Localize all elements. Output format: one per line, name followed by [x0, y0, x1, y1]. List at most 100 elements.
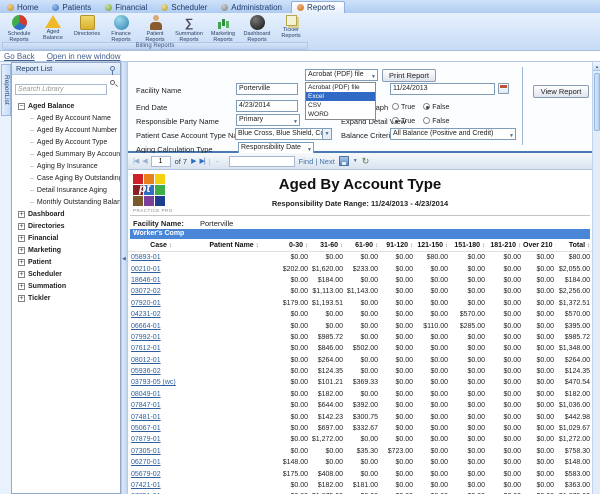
last-page-button[interactable]: ▶| [200, 157, 205, 165]
expand-detail-true-radio[interactable] [392, 117, 399, 124]
expand-icon[interactable]: + [18, 247, 25, 254]
sort-icon[interactable]: ↕ [340, 243, 343, 249]
find-next-links[interactable]: Find | Next [299, 157, 335, 166]
print-report-button[interactable]: Print Report [382, 69, 436, 82]
sidebar-item-detail-insurance-aging[interactable]: –Detail Insurance Aging [12, 184, 120, 196]
export-option-excel[interactable]: Excel [306, 92, 375, 101]
tab-administration[interactable]: Administration [216, 1, 291, 13]
case-link[interactable]: 00210-01 [128, 266, 161, 273]
sort-icon[interactable]: ↕ [587, 243, 590, 249]
collapse-arrow-icon[interactable]: ◀ [122, 256, 126, 262]
column-header-over-210[interactable]: Over 210 ↕ [523, 242, 556, 249]
vertical-scrollbar[interactable]: ▲ [592, 62, 600, 494]
sidebar-item-directories[interactable]: +Directories [12, 220, 120, 232]
first-page-button[interactable]: |◀ [133, 157, 138, 165]
ribbon-tickler-reports[interactable]: Tickler Reports [274, 14, 308, 43]
search-input[interactable] [15, 84, 107, 95]
responsible-party-select[interactable]: Primary ▼ [236, 114, 300, 126]
expand-icon[interactable]: + [18, 271, 25, 278]
go-back-link[interactable]: Go Back [4, 52, 35, 61]
expand-icon[interactable]: + [18, 283, 25, 290]
search-icon[interactable] [110, 80, 115, 85]
case-link[interactable]: 06270-01 [128, 459, 161, 466]
ribbon-directories[interactable]: Directories [70, 14, 104, 43]
ribbon-summation-reports[interactable]: Summation Reports [172, 14, 206, 43]
sidebar-item-tickler[interactable]: +Tickler [12, 292, 120, 304]
include-graph-false-radio[interactable] [423, 103, 430, 110]
case-link[interactable]: 07612-01 [128, 345, 161, 352]
sidebar-item-case-aging-by-outstanding-days[interactable]: –Case Aging By Outstanding Days [12, 172, 120, 184]
sidebar-item-patient[interactable]: +Patient [12, 256, 120, 268]
case-link[interactable]: 03793-05 (wc) [128, 379, 176, 386]
view-report-button[interactable]: View Report [533, 85, 589, 98]
sort-icon[interactable]: ↕ [445, 243, 448, 249]
tab-financial[interactable]: Financial [100, 1, 156, 13]
include-graph-true-radio[interactable] [392, 103, 399, 110]
case-link[interactable]: 06664-01 [128, 323, 161, 330]
sort-icon[interactable]: ↕ [482, 243, 485, 249]
column-header-121-150[interactable]: 121-150 ↕ [415, 242, 450, 249]
column-header-61-90[interactable]: 61-90 ↕ [345, 242, 380, 249]
export-format-select[interactable]: Acrobat (PDF) file ▼ [305, 69, 378, 81]
case-link[interactable]: 08012-01 [128, 357, 161, 364]
case-link[interactable]: 18646-01 [128, 277, 161, 284]
find-text-input[interactable] [229, 156, 295, 167]
export-option-csv[interactable]: CSV [306, 101, 375, 110]
account-type-select[interactable]: Blue Cross, Blue Shield, Co ▼ [235, 128, 332, 140]
export-option-word[interactable]: WORD [306, 110, 375, 119]
sidebar-item-scheduler[interactable]: +Scheduler [12, 268, 120, 280]
sort-icon[interactable]: ↕ [169, 243, 172, 249]
column-header-case[interactable]: Case ↕ [128, 242, 194, 249]
calendar-icon[interactable] [498, 83, 509, 94]
case-link[interactable]: 04231-02 [128, 311, 161, 318]
ribbon-dashboard-reports[interactable]: Dashboard Reports [240, 14, 274, 43]
case-link[interactable]: 05893-01 [128, 254, 161, 261]
column-header-151-180[interactable]: 151-180 ↕ [450, 242, 487, 249]
column-header-91-120[interactable]: 91-120 ↕ [380, 242, 415, 249]
sort-icon[interactable]: ↕ [375, 243, 378, 249]
expand-icon[interactable]: + [18, 295, 25, 302]
ribbon-marketing-reports[interactable]: Marketing Reports [206, 14, 240, 43]
sidebar-item-financial[interactable]: +Financial [12, 232, 120, 244]
sidebar-item-aged-balance[interactable]: −Aged Balance [12, 100, 120, 112]
page-number-input[interactable] [151, 156, 171, 167]
scroll-up-arrow-icon[interactable]: ▲ [593, 62, 600, 71]
reportlist-vertical-tab[interactable]: ReportList [1, 64, 11, 116]
case-link[interactable]: 05679-02 [128, 471, 161, 478]
case-link[interactable]: 07879-01 [128, 436, 161, 443]
ribbon-aged-balance[interactable]: Aged Balance [36, 14, 70, 43]
open-new-window-link[interactable]: Open in new window [47, 52, 121, 61]
ribbon-finance-reports[interactable]: Finance Reports [104, 14, 138, 43]
expand-detail-false-radio[interactable] [423, 117, 430, 124]
export-dropdown-icon[interactable]: ▼ [353, 158, 358, 164]
expand-icon[interactable]: + [18, 223, 25, 230]
expand-icon[interactable]: + [18, 259, 25, 266]
sidebar-item-aged-by-account-name[interactable]: –Aged By Account Name [12, 112, 120, 124]
case-link[interactable]: 07481-01 [128, 414, 161, 421]
column-header-181-210[interactable]: 181-210 ↕ [487, 242, 523, 249]
case-link[interactable]: 07992-01 [128, 334, 161, 341]
sidebar-item-aged-by-account-number[interactable]: –Aged By Account Number [12, 124, 120, 136]
back-button[interactable]: ← [215, 158, 221, 165]
column-header-31-60[interactable]: 31-60 ↕ [310, 242, 345, 249]
sort-icon[interactable]: ↕ [256, 243, 259, 249]
column-header-0-30[interactable]: 0-30 ↕ [274, 242, 310, 249]
scrollbar-thumb[interactable] [594, 73, 600, 131]
case-link[interactable]: 07305-01 [128, 448, 161, 455]
sidebar-item-monthly-outstanding-balance[interactable]: –Monthly Outstanding Balance [12, 196, 120, 208]
case-link[interactable]: 07421-01 [128, 482, 161, 489]
tab-scheduler[interactable]: Scheduler [156, 1, 216, 13]
sort-icon[interactable]: ↕ [518, 243, 521, 249]
tab-reports[interactable]: Reports [291, 1, 345, 13]
refresh-icon[interactable]: ↻ [362, 157, 370, 166]
sidebar-item-marketing[interactable]: +Marketing [12, 244, 120, 256]
balance-criteria-select[interactable]: All Balance (Positive and Credit) ▼ [390, 128, 516, 140]
sidebar-item-aging-by-insurance[interactable]: –Aging By Insurance [12, 160, 120, 172]
next-page-button[interactable]: ▶ [191, 157, 195, 165]
facility-name-input[interactable]: Porterville [236, 83, 298, 95]
case-link[interactable]: 03072-02 [128, 288, 161, 295]
pin-icon[interactable] [110, 66, 115, 71]
sidebar-item-aged-summary-by-account-type[interactable]: –Aged Summary By Account Type [12, 148, 120, 160]
column-header-total[interactable]: Total ↕ [556, 242, 592, 249]
sidebar-item-aged-by-account-type[interactable]: –Aged By Account Type [12, 136, 120, 148]
